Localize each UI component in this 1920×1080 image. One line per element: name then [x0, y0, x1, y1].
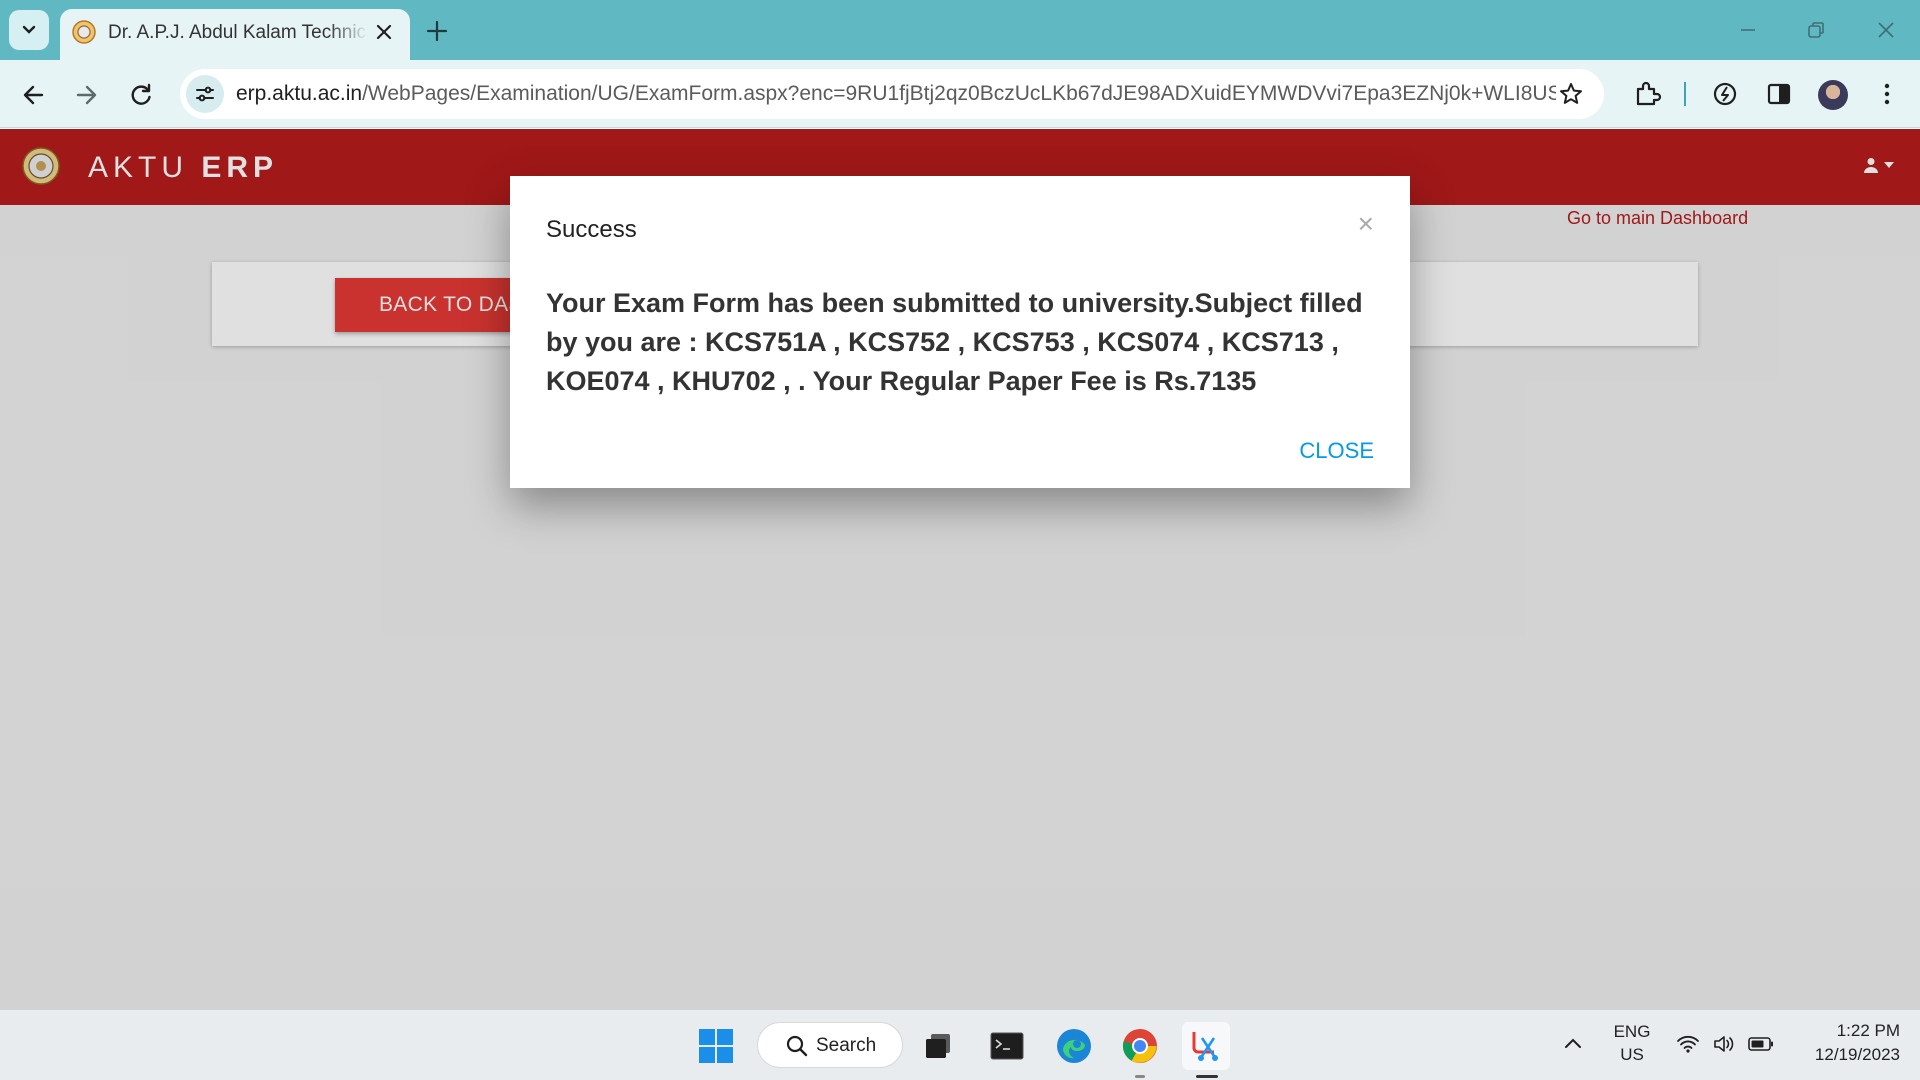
- url-text: erp.aktu.ac.in/WebPages/Examination/UG/E…: [236, 82, 1556, 106]
- toolbar-divider: [1684, 82, 1686, 106]
- taskbar-search[interactable]: Search: [757, 1022, 903, 1068]
- clock-date: 12/19/2023: [1814, 1045, 1900, 1064]
- chrome-icon: [1122, 1029, 1157, 1063]
- wifi-icon[interactable]: [1676, 1034, 1700, 1054]
- start-button[interactable]: [692, 1022, 740, 1070]
- reload-icon[interactable]: [127, 81, 155, 109]
- minimize-icon[interactable]: [1736, 18, 1760, 42]
- web-page: AKTU ERP Go to main Dashboard BACK TO DA…: [0, 129, 1920, 1009]
- new-tab-icon[interactable]: [424, 18, 450, 44]
- windows-taskbar: Search ENG US 1:22 PM 12/19/2023: [0, 1009, 1920, 1080]
- modal-close-x-icon[interactable]: ×: [1358, 210, 1374, 238]
- site-info-button[interactable]: [186, 75, 224, 113]
- chevron-up-icon[interactable]: [1564, 1036, 1582, 1050]
- address-bar[interactable]: erp.aktu.ac.in/WebPages/Examination/UG/E…: [180, 69, 1604, 119]
- snipping-tool-icon: [1192, 1032, 1218, 1061]
- more-menu-icon[interactable]: [1872, 79, 1902, 109]
- battery-icon[interactable]: [1748, 1036, 1774, 1052]
- language-primary: ENG: [1613, 1022, 1651, 1041]
- windows-logo-icon: [699, 1029, 733, 1063]
- forward-arrow-icon[interactable]: [72, 81, 100, 109]
- edge-icon: [1057, 1029, 1091, 1063]
- tab-title: Dr. A.P.J. Abdul Kalam Technical Univers…: [108, 22, 368, 43]
- close-tab-icon[interactable]: [374, 22, 394, 42]
- tune-icon: [196, 86, 214, 102]
- task-view-icon: [926, 1034, 950, 1058]
- tab-search-button[interactable]: [9, 10, 49, 50]
- close-window-icon[interactable]: [1874, 18, 1898, 42]
- browser-tab-active[interactable]: Dr. A.P.J. Abdul Kalam Technical Univers…: [60, 9, 410, 60]
- language-secondary: US: [1620, 1045, 1644, 1064]
- extensions-puzzle-icon[interactable]: [1632, 79, 1662, 109]
- volume-icon[interactable]: [1712, 1034, 1736, 1054]
- back-arrow-icon[interactable]: [20, 81, 48, 109]
- success-modal: Success × Your Exam Form has been submit…: [510, 176, 1410, 488]
- modal-close-button[interactable]: CLOSE: [1299, 438, 1374, 464]
- url-host: erp.aktu.ac.in: [236, 82, 363, 105]
- profile-avatar[interactable]: [1818, 80, 1848, 110]
- terminal-app[interactable]: [983, 1022, 1031, 1070]
- active-indicator: [1196, 1075, 1218, 1078]
- search-label: Search: [816, 1035, 877, 1056]
- snipping-tool-app[interactable]: [1182, 1022, 1230, 1078]
- chevron-down-icon: [22, 25, 36, 34]
- clock[interactable]: 1:22 PM 12/19/2023: [1790, 1021, 1900, 1065]
- url-path: /WebPages/Examination/UG/ExamForm.aspx?e…: [362, 82, 1556, 105]
- side-panel-icon[interactable]: [1764, 79, 1794, 109]
- modal-title: Success: [546, 216, 637, 243]
- language-indicator[interactable]: ENG US: [1610, 1022, 1654, 1065]
- browser-tab-strip: Dr. A.P.J. Abdul Kalam Technical Univers…: [0, 0, 1920, 60]
- edge-app[interactable]: [1050, 1022, 1098, 1070]
- restore-icon[interactable]: [1804, 18, 1828, 42]
- chrome-app[interactable]: [1116, 1022, 1164, 1078]
- terminal-icon: [990, 1032, 1024, 1060]
- search-icon: [786, 1035, 808, 1057]
- clock-time: 1:22 PM: [1836, 1021, 1900, 1040]
- modal-message: Your Exam Form has been submitted to uni…: [546, 288, 1363, 396]
- browser-toolbar: erp.aktu.ac.in/WebPages/Examination/UG/E…: [0, 60, 1920, 128]
- bookmark-star-icon[interactable]: [1558, 81, 1584, 107]
- task-view-button[interactable]: [914, 1022, 962, 1070]
- running-indicator: [1135, 1075, 1145, 1078]
- aktu-favicon-icon: [72, 20, 96, 44]
- performance-icon[interactable]: [1710, 79, 1740, 109]
